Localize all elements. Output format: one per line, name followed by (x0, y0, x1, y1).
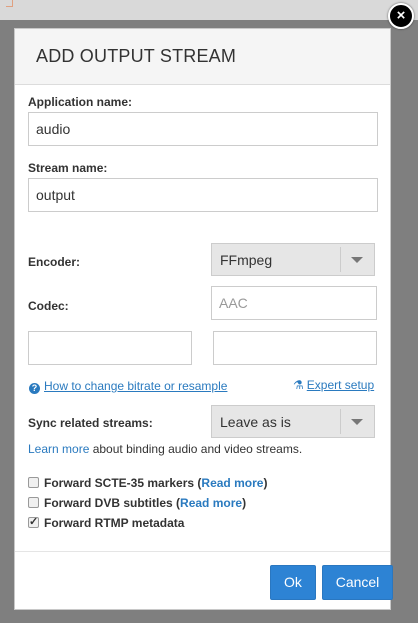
codec-label: Codec: (28, 299, 69, 313)
encoder-label: Encoder: (28, 255, 81, 269)
extra-field-1[interactable] (28, 331, 192, 365)
select-divider (340, 247, 341, 272)
dialog-title: ADD OUTPUT STREAM (36, 46, 237, 66)
bitrate-help-row: ? How to change bitrate or resample (29, 379, 227, 394)
select-divider (340, 409, 341, 434)
option-dvb-subtitles: Forward DVB subtitles (Read more) (28, 496, 246, 510)
application-name-input[interactable]: audio (28, 112, 378, 146)
dvb-read-more-link[interactable]: Read more (180, 496, 242, 510)
expert-setup-row: ⚗ Expert setup (293, 378, 374, 392)
rtmp-metadata-label: Forward RTMP metadata (44, 516, 185, 530)
chevron-down-icon (351, 257, 363, 263)
background-page (0, 0, 418, 20)
dialog-header: ADD OUTPUT STREAM (15, 29, 390, 85)
question-circle-icon: ? (29, 383, 40, 394)
scte35-checkbox[interactable] (28, 477, 39, 488)
close-icon[interactable]: × (388, 3, 414, 29)
codec-input[interactable]: AAC (211, 286, 377, 320)
rtmp-metadata-checkbox[interactable] (28, 515, 39, 528)
learn-more-text: about binding audio and video streams. (89, 442, 303, 456)
application-name-label: Application name: (28, 95, 133, 109)
learn-more-row: Learn more about binding audio and video… (28, 442, 302, 456)
bitrate-help-link[interactable]: How to change bitrate or resample (44, 379, 227, 393)
sync-streams-label: Sync related streams: (28, 416, 153, 430)
background-mark (6, 0, 13, 7)
stream-name-input[interactable]: output (28, 178, 378, 212)
expert-setup-link[interactable]: Expert setup (307, 378, 374, 392)
sync-streams-select[interactable]: Leave as is (211, 405, 375, 438)
learn-more-link[interactable]: Learn more (28, 442, 89, 456)
option-rtmp-metadata: Forward RTMP metadata (28, 515, 185, 530)
scte35-label: Forward SCTE-35 markers (44, 476, 195, 490)
scte35-read-more-link[interactable]: Read more (201, 476, 263, 490)
ok-button[interactable]: Ok (270, 565, 316, 600)
encoder-select[interactable]: FFmpeg (211, 243, 375, 276)
sync-streams-value: Leave as is (220, 414, 291, 430)
dvb-subtitles-label: Forward DVB subtitles (44, 496, 173, 510)
extra-field-2[interactable] (213, 331, 377, 365)
footer-divider (15, 551, 390, 552)
flask-icon: ⚗ (293, 378, 304, 392)
option-scte35: Forward SCTE-35 markers (Read more) (28, 476, 267, 490)
cancel-button[interactable]: Cancel (322, 565, 393, 600)
encoder-value: FFmpeg (220, 252, 273, 268)
stream-name-label: Stream name: (28, 161, 108, 175)
chevron-down-icon (351, 419, 363, 425)
dvb-subtitles-checkbox[interactable] (28, 497, 39, 508)
